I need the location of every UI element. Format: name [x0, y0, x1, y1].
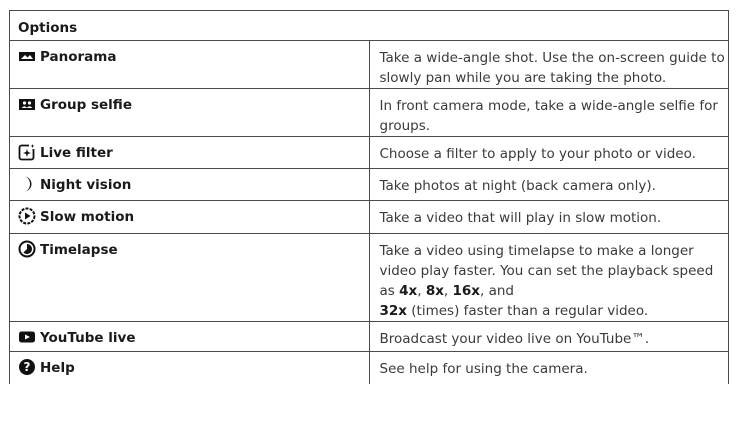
table-row: Panorama Take a wide-angle shot. Use the… [9, 40, 729, 89]
youtube-icon [19, 331, 35, 343]
option-cell: Live filter [9, 136, 370, 169]
option-label: Slow motion [40, 209, 135, 225]
option-cell: Group selfie [9, 88, 370, 137]
option-label: Live filter [40, 145, 113, 161]
table-row: Group selfie In front camera mode, take … [9, 88, 729, 137]
live-filter-icon [18, 143, 36, 161]
option-description: See help for using the camera. [368, 351, 729, 384]
table-row: Live filter Choose a filter to apply to … [9, 136, 729, 169]
option-cell: YouTube live [9, 321, 370, 352]
option-label: Timelapse [40, 242, 118, 258]
table-row: ? Help See help for using the camera. [9, 351, 729, 384]
table-header: Options [9, 10, 729, 41]
option-cell: ? Help [9, 351, 370, 384]
option-cell: Timelapse [9, 233, 370, 322]
slow-motion-icon [18, 207, 36, 225]
option-cell: Night vision [9, 168, 370, 201]
table-row: Timelapse Take a video using timelapse t… [9, 233, 729, 322]
option-label: Night vision [40, 177, 132, 193]
option-description: Take a wide-angle shot. Use the on-scree… [368, 40, 729, 89]
options-table: Options Panorama Take a wide-angle shot.… [9, 10, 729, 384]
group-selfie-icon [19, 99, 35, 110]
option-description: Take photos at night (back camera only). [368, 168, 729, 201]
table-row: Slow motion Take a video that will play … [9, 200, 729, 234]
option-description: Choose a filter to apply to your photo o… [368, 136, 729, 169]
option-description: Take a video that will play in slow moti… [368, 200, 729, 234]
option-label: YouTube live [40, 330, 136, 346]
help-icon: ? [19, 359, 35, 375]
svg-text:?: ? [24, 360, 31, 374]
option-cell: Panorama [9, 40, 370, 89]
option-label: Panorama [40, 49, 117, 65]
timelapse-icon [18, 240, 36, 258]
table-row: YouTube live Broadcast your video live o… [9, 321, 729, 352]
panorama-icon [19, 52, 35, 61]
table-header-row: Options [9, 10, 729, 41]
option-description: In front camera mode, take a wide-angle … [368, 88, 729, 137]
option-label: Group selfie [40, 97, 132, 113]
option-cell: Slow motion [9, 200, 370, 234]
option-description: Broadcast your video live on YouTube™. [368, 321, 729, 352]
option-label: Help [40, 360, 75, 376]
table-row: Night vision Take photos at night (back … [9, 168, 729, 201]
option-description: Take a video using timelapse to make a l… [368, 233, 729, 322]
night-vision-icon [24, 176, 32, 192]
